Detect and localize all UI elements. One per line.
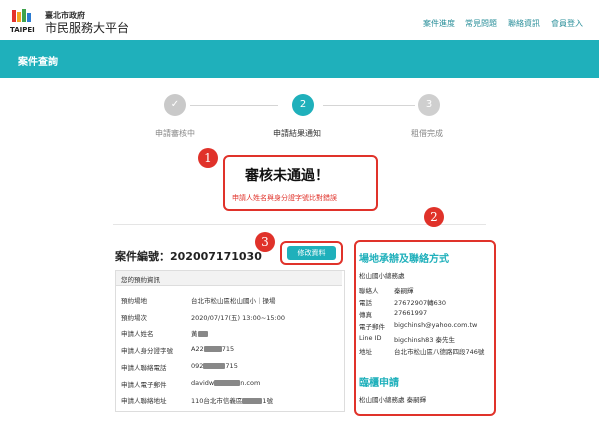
redacted: [214, 380, 241, 386]
redacted: [203, 346, 222, 352]
row-label-id: 申請人身分證字號: [121, 347, 173, 355]
step-1-check-icon: ✓: [164, 94, 186, 116]
contact-label-fax: 傳真: [359, 311, 372, 319]
row-value-phone: 092 715: [191, 362, 238, 370]
row-value-address: 110台北市信義區 1號: [191, 397, 274, 405]
contact-value-phone: 27672907轉630: [394, 299, 446, 307]
step-2-label: 申請結果通知: [273, 129, 321, 138]
taipei-logo: TAIPEI: [10, 9, 35, 34]
svg-text:TAIPEI: TAIPEI: [10, 26, 35, 34]
nav-login[interactable]: 會員登入: [551, 18, 583, 29]
header: TAIPEI 臺北市政府 市民服務大平台 案件進度 常見問題 聯絡資訊 會員登入: [0, 0, 599, 40]
step-connector: [190, 105, 278, 106]
contact-label-person: 聯絡人: [359, 287, 379, 295]
result-reason: 申請人姓名與身分證字號比對錯誤: [232, 194, 337, 202]
contact-label-phone: 電話: [359, 299, 372, 307]
contact-value-fax: 27661997: [394, 309, 428, 317]
redacted: [197, 331, 208, 337]
row-label-address: 申請人聯絡地址: [121, 397, 167, 405]
counter-title: 臨櫃申請: [359, 378, 399, 389]
annotation-marker-3: 3: [255, 232, 275, 252]
row-value-venue: 台北市松山區松山國小｜操場: [191, 297, 276, 305]
nav-faq[interactable]: 常見問題: [465, 18, 497, 29]
page-title: 案件查詢: [18, 57, 58, 68]
contact-org: 松山國小總務處: [359, 272, 405, 280]
step-3-circle: 3: [418, 94, 440, 116]
case-number: 案件編號：202007171030: [115, 250, 262, 263]
contact-value-line: bigchinsh83 秦先生: [394, 336, 456, 344]
counter-text: 松山國小總務處 秦嗣輝: [359, 396, 427, 404]
brand-title: 市民服務大平台: [45, 21, 130, 35]
contact-value-address: 台北市松山區八德路四段746號: [394, 348, 485, 356]
step-connector: [323, 105, 415, 106]
contact-title: 場地承辦及聯絡方式: [359, 254, 449, 265]
row-value-email: davidw n.com: [191, 379, 261, 387]
reservation-section-title: 您的預約資訊: [121, 276, 160, 284]
row-label-email: 申請人電子郵件: [121, 381, 167, 389]
reservation-card: [115, 270, 345, 412]
contact-value-person: 秦嗣輝: [394, 287, 414, 295]
row-label-name: 申請人姓名: [121, 330, 154, 338]
redacted: [203, 363, 226, 369]
nav-case-progress[interactable]: 案件進度: [423, 18, 455, 29]
page-banner: 案件查詢: [0, 40, 599, 78]
result-title: 審核未通過！: [245, 168, 329, 184]
contact-label-line: Line ID: [359, 334, 382, 342]
row-label-session: 預約場次: [121, 314, 147, 322]
step-1-label: 申請審核中: [155, 129, 195, 138]
step-2-circle: 2: [292, 94, 314, 116]
row-label-venue: 預約場地: [121, 297, 147, 305]
contact-value-email[interactable]: bigchinsh@yahoo.com.tw: [394, 321, 477, 329]
contact-label-address: 地址: [359, 348, 372, 356]
redacted: [242, 398, 263, 404]
step-3-label: 租借完成: [411, 129, 443, 138]
contact-label-email: 電子郵件: [359, 323, 385, 331]
annotation-marker-1: 1: [198, 148, 218, 168]
row-label-phone: 申請人聯絡電話: [121, 364, 167, 372]
row-value-id: A22 715: [191, 345, 235, 353]
nav-contact[interactable]: 聯絡資訊: [508, 18, 540, 29]
row-value-session: 2020/07/17(五) 13:00~15:00: [191, 314, 286, 322]
row-value-name: 黃: [191, 328, 208, 338]
edit-data-button[interactable]: 修改資料: [287, 246, 336, 260]
annotation-marker-2: 2: [424, 207, 444, 227]
